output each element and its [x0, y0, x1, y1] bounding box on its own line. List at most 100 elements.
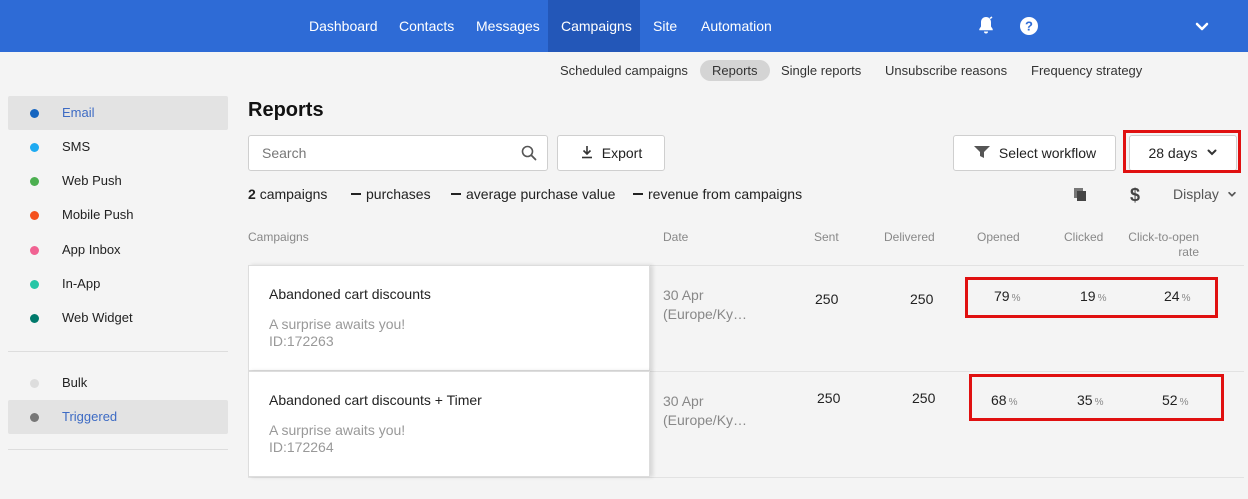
- sidebar-item-web-widget[interactable]: Web Widget: [8, 301, 228, 335]
- filter-icon: [973, 144, 991, 163]
- sidebar-item-email[interactable]: Email: [8, 96, 228, 130]
- delivered-value: 250: [912, 390, 936, 406]
- campaigns-label: campaigns: [259, 186, 328, 202]
- header-date: Date: [663, 230, 689, 244]
- sidebar-divider: [8, 351, 228, 352]
- sidebar-item-mobile-push[interactable]: Mobile Push: [8, 198, 228, 232]
- campaigns-count: 2: [248, 186, 256, 202]
- sent-value: 250: [817, 390, 841, 406]
- subnav-reports[interactable]: Reports: [700, 60, 770, 81]
- svg-text:$: $: [1130, 185, 1140, 205]
- sidebar-item-app-inbox[interactable]: App Inbox: [8, 233, 228, 267]
- header-campaigns: Campaigns: [248, 230, 309, 244]
- search-input[interactable]: [249, 136, 509, 170]
- purchases-label: purchases: [366, 186, 431, 202]
- subnav-scheduled-campaigns[interactable]: Scheduled campaigns: [548, 60, 700, 81]
- campaign-description: A surprise awaits you!: [269, 422, 406, 438]
- display-dropdown[interactable]: Display: [1173, 186, 1237, 202]
- page-title: Reports: [248, 99, 324, 121]
- nav-contacts[interactable]: Contacts: [386, 0, 467, 52]
- metrics-highlight-box: [965, 277, 1218, 318]
- web-widget-color-dot: [30, 314, 39, 323]
- subnav-unsubscribe-reasons[interactable]: Unsubscribe reasons: [873, 60, 1019, 81]
- header-sent: Sent: [814, 230, 839, 244]
- summary-average-purchase: average purchase value: [451, 186, 615, 202]
- chevron-down-icon: [1227, 186, 1237, 202]
- chevron-down-icon[interactable]: [1190, 14, 1214, 38]
- header-clicked: Clicked: [1064, 230, 1104, 244]
- triggered-color-dot: [30, 413, 39, 422]
- in-app-color-dot: [30, 280, 39, 289]
- nav-messages[interactable]: Messages: [463, 0, 553, 52]
- bell-icon[interactable]: [974, 14, 998, 38]
- nav-site[interactable]: Site: [640, 0, 690, 52]
- sidebar-item-label: Bulk: [62, 375, 88, 390]
- campaign-id: ID:172263: [269, 333, 334, 349]
- table-divider: [248, 477, 1244, 478]
- timezone-line: (Europe/Ky…: [663, 306, 748, 322]
- campaign-card[interactable]: Abandoned cart discounts A surprise awai…: [248, 265, 650, 371]
- sidebar-item-bulk[interactable]: Bulk: [8, 366, 228, 400]
- delivered-value: 250: [910, 291, 934, 307]
- campaign-card[interactable]: Abandoned cart discounts + Timer A surpr…: [248, 371, 650, 477]
- sent-value: 250: [815, 291, 839, 307]
- dash-icon: [633, 193, 643, 196]
- period-highlight-box: [1123, 130, 1241, 173]
- sms-color-dot: [30, 143, 39, 152]
- sidebar-item-label: SMS: [62, 139, 91, 154]
- campaign-id: ID:172264: [269, 439, 334, 455]
- sidebar-divider: [8, 449, 228, 450]
- header-click-to-open-line1: Click-to-open: [1128, 230, 1199, 244]
- select-workflow-label: Select workflow: [998, 145, 1097, 161]
- search-icon[interactable]: [521, 145, 537, 161]
- dollar-icon[interactable]: $: [1126, 185, 1144, 205]
- header-click-to-open: Click-to-open rate: [1128, 230, 1199, 259]
- dash-icon: [451, 193, 461, 196]
- date-line: 30 Apr: [663, 393, 704, 409]
- sidebar-item-label: Email: [62, 105, 95, 120]
- date-line: 30 Apr: [663, 287, 704, 303]
- campaign-description: A surprise awaits you!: [269, 316, 406, 332]
- top-navigation: Dashboard Contacts Messages Campaigns Si…: [0, 0, 1248, 52]
- timezone-line: (Europe/Ky…: [663, 412, 748, 428]
- sidebar-item-triggered[interactable]: Triggered: [8, 400, 228, 434]
- copy-icon[interactable]: [1071, 186, 1089, 204]
- summary-purchases: purchases: [351, 186, 431, 202]
- campaign-name[interactable]: Abandoned cart discounts + Timer: [269, 392, 482, 408]
- nav-automation[interactable]: Automation: [688, 0, 785, 52]
- sidebar-item-label: Web Push: [62, 173, 122, 188]
- header-click-to-open-line2: rate: [1178, 245, 1199, 259]
- sidebar-item-label: App Inbox: [62, 242, 121, 257]
- help-icon[interactable]: ?: [1017, 14, 1041, 38]
- revenue-label: revenue from campaigns: [648, 186, 803, 202]
- svg-text:?: ?: [1025, 19, 1033, 34]
- summary-campaigns: 2 campaigns: [248, 186, 327, 202]
- download-icon: [580, 145, 594, 162]
- search-box: [248, 135, 548, 171]
- sidebar-item-label: Mobile Push: [62, 207, 134, 222]
- sidebar-item-label: In-App: [62, 276, 101, 291]
- summary-revenue: revenue from campaigns: [633, 186, 802, 202]
- header-opened: Opened: [977, 230, 1020, 244]
- campaign-date: 30 Apr (Europe/Ky…: [663, 286, 747, 324]
- sidebar-item-in-app[interactable]: In-App: [8, 267, 228, 301]
- select-workflow-button[interactable]: Select workflow: [953, 135, 1116, 171]
- subnav-single-reports[interactable]: Single reports: [769, 60, 873, 81]
- nav-dashboard[interactable]: Dashboard: [296, 0, 391, 52]
- app-inbox-color-dot: [30, 246, 39, 255]
- mobile-push-color-dot: [30, 211, 39, 220]
- sidebar-item-label: Web Widget: [62, 310, 133, 325]
- web-push-color-dot: [30, 177, 39, 186]
- bulk-color-dot: [30, 379, 39, 388]
- sidebar-item-web-push[interactable]: Web Push: [8, 164, 228, 198]
- display-label: Display: [1173, 186, 1219, 202]
- nav-campaigns[interactable]: Campaigns: [548, 0, 640, 52]
- export-label: Export: [601, 145, 643, 161]
- header-delivered: Delivered: [884, 230, 935, 244]
- sidebar-item-sms[interactable]: SMS: [8, 130, 228, 164]
- email-color-dot: [30, 109, 39, 118]
- campaign-name[interactable]: Abandoned cart discounts: [269, 286, 431, 302]
- subnav-frequency-strategy[interactable]: Frequency strategy: [1019, 60, 1154, 81]
- campaign-date: 30 Apr (Europe/Ky…: [663, 392, 747, 430]
- export-button[interactable]: Export: [557, 135, 665, 171]
